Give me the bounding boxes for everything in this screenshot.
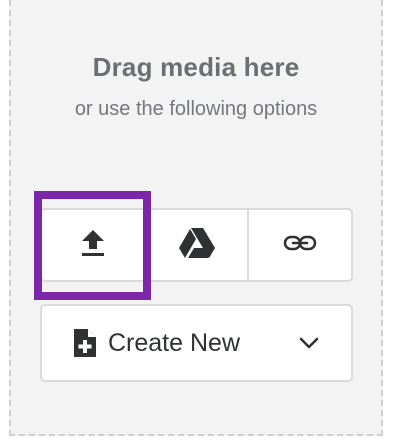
create-new-label: Create New <box>108 328 240 357</box>
upload-button[interactable] <box>42 210 144 280</box>
google-drive-button[interactable] <box>143 210 248 280</box>
google-drive-icon <box>178 227 216 264</box>
create-new-button[interactable]: Create New <box>40 304 353 382</box>
dropzone-title: Drag media here <box>92 52 300 82</box>
new-file-icon <box>72 327 98 359</box>
dropzone-subtitle: or use the following options <box>74 98 318 120</box>
chevron-down-icon[interactable] <box>299 337 319 349</box>
upload-icon <box>80 228 106 263</box>
upload-options-group <box>40 208 353 282</box>
link-icon <box>283 234 317 257</box>
link-button[interactable] <box>247 210 351 280</box>
